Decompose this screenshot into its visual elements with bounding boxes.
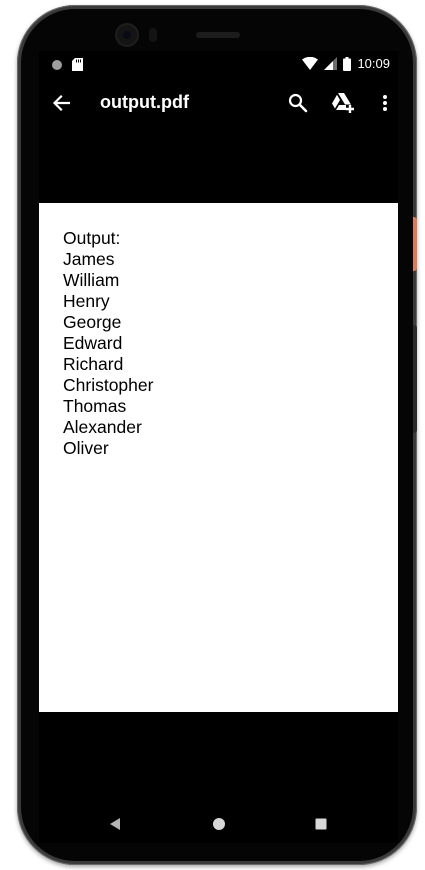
more-vert-icon bbox=[383, 95, 387, 111]
output-name-line: George bbox=[63, 312, 122, 332]
notification-dot-icon bbox=[52, 59, 62, 70]
pdf-text-block: Output: James William Henry George Edward Rich… bbox=[63, 228, 153, 459]
nav-recents-button[interactable] bbox=[309, 812, 333, 836]
earpiece-speaker bbox=[196, 32, 240, 38]
status-bar: 10:09 bbox=[39, 51, 398, 79]
sd-card-icon bbox=[72, 58, 83, 71]
arrow-back-icon bbox=[52, 94, 70, 112]
more-options-button[interactable] bbox=[371, 89, 398, 117]
nav-back-triangle-icon bbox=[110, 818, 120, 830]
output-name-line: James bbox=[63, 249, 115, 269]
search-button[interactable] bbox=[284, 89, 312, 117]
nav-recents-square-icon bbox=[315, 818, 327, 830]
output-name-line: Oliver bbox=[63, 438, 109, 458]
nav-home-circle-icon bbox=[213, 818, 225, 830]
output-name-line: Richard bbox=[63, 354, 124, 374]
nav-back-button[interactable] bbox=[103, 812, 127, 836]
add-to-drive-button[interactable] bbox=[329, 89, 357, 117]
nav-home-button[interactable] bbox=[207, 812, 231, 836]
status-right-icons: 10:09 bbox=[302, 56, 390, 71]
front-camera bbox=[117, 25, 137, 45]
status-left-icons bbox=[51, 58, 83, 71]
output-name-line: Thomas bbox=[63, 396, 127, 416]
pdf-page[interactable]: Output: James William Henry George Edward Rich… bbox=[39, 203, 398, 712]
output-name-line: Christopher bbox=[63, 375, 154, 395]
wifi-icon bbox=[302, 57, 319, 70]
search-icon bbox=[288, 93, 308, 113]
screen: 10:09 output.pdf Output: James William H… bbox=[39, 51, 398, 843]
app-bar: output.pdf bbox=[39, 79, 398, 127]
output-name-line: Alexander bbox=[63, 417, 142, 437]
drive-add-icon bbox=[332, 93, 354, 113]
output-name-line: William bbox=[63, 270, 120, 290]
cellular-signal-icon bbox=[324, 57, 338, 70]
proximity-sensor bbox=[149, 28, 157, 42]
output-name-line: Edward bbox=[63, 333, 123, 353]
back-button[interactable] bbox=[45, 87, 77, 119]
output-name-line: Henry bbox=[63, 291, 110, 311]
output-heading: Output: bbox=[63, 228, 121, 248]
status-time: 10:09 bbox=[357, 56, 390, 71]
navigation-bar bbox=[39, 803, 398, 843]
battery-icon bbox=[343, 56, 352, 71]
document-title: output.pdf bbox=[100, 92, 189, 112]
